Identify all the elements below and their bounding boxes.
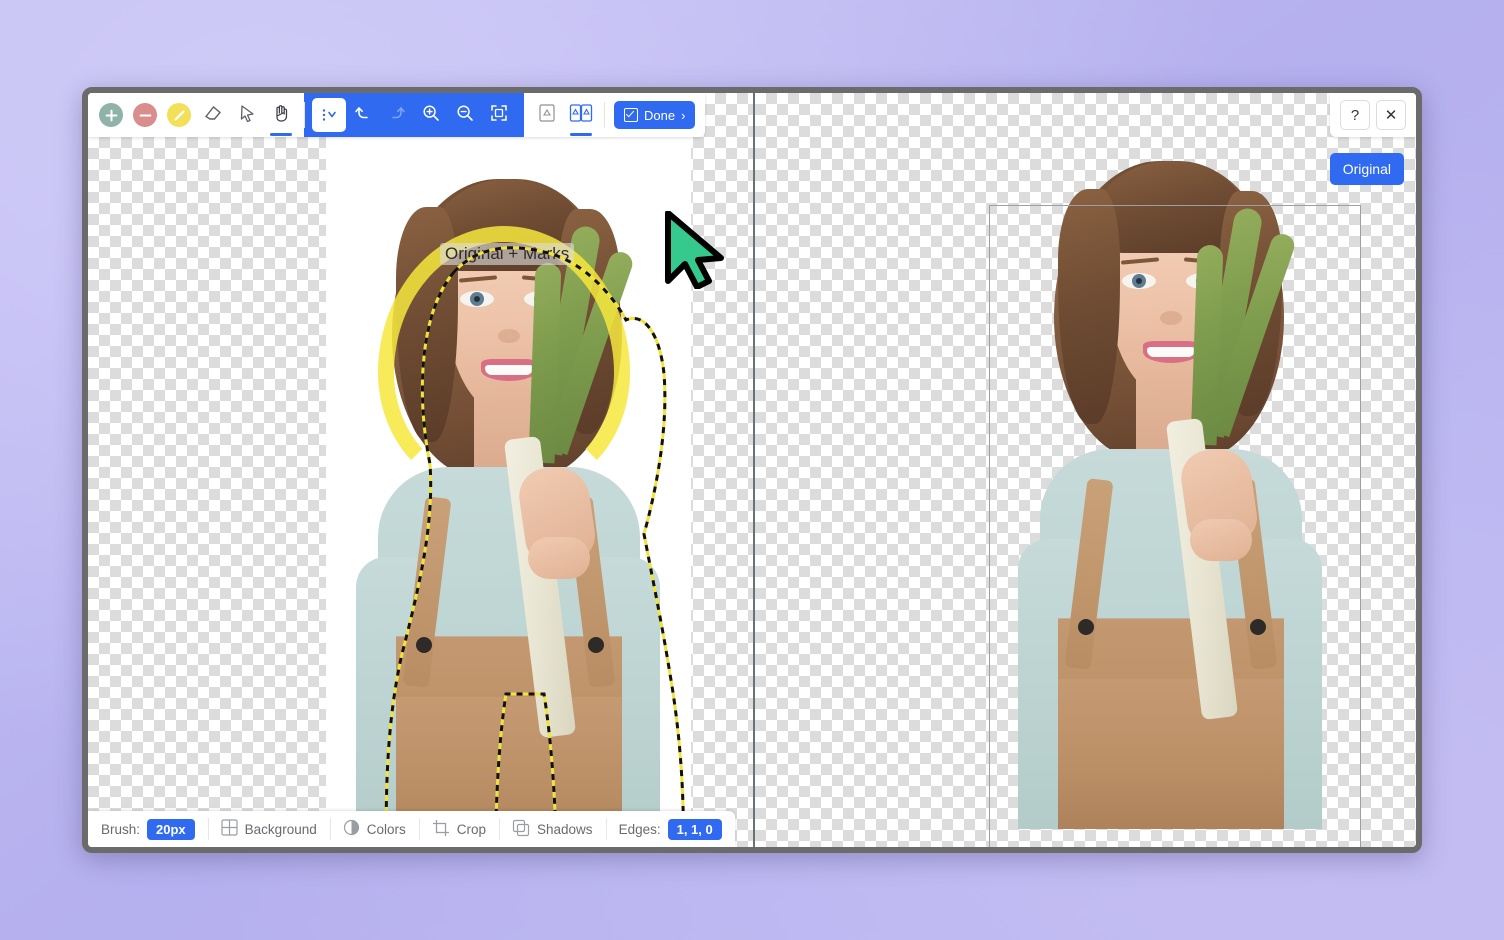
done-button[interactable]: Done › (614, 101, 696, 129)
split-pane-icon (568, 102, 594, 129)
bottom-toolbar: Brush: 20px Background Colors Crop Shado… (88, 811, 735, 847)
edges-value: 1, 1, 0 (667, 818, 722, 840)
single-pane-icon (535, 102, 559, 129)
eraser-tool[interactable] (196, 98, 230, 132)
panel-original-marks[interactable]: Original + Marks 5e9ad54d59ba87bd44f16-c… (88, 93, 753, 847)
brush-size-label: Brush: (101, 821, 141, 837)
panel-preview[interactable]: Preview 1035 x 2000px (1:1.932) (755, 93, 1416, 847)
fit-screen-button[interactable] (482, 98, 516, 132)
pan-tool[interactable] (264, 98, 298, 136)
background-control[interactable]: Background (207, 811, 330, 847)
minus-circle-icon (133, 103, 157, 127)
panel-divider-handle[interactable] (753, 93, 755, 847)
redo-arrow-icon (387, 103, 407, 128)
grid-icon (221, 819, 238, 839)
colors-control[interactable]: Colors (329, 811, 419, 847)
select-tool[interactable] (230, 98, 264, 132)
close-button[interactable]: ✕ (1376, 100, 1406, 130)
app-window: Original + Marks 5e9ad54d59ba87bd44f16-c… (82, 87, 1422, 853)
layers-icon (512, 819, 530, 840)
hand-icon (271, 103, 291, 128)
window-controls: ? ✕ (1330, 93, 1416, 137)
zoom-out-icon (455, 103, 475, 128)
done-button-label: Done (644, 107, 676, 123)
edges-control[interactable]: Edges: 1, 1, 0 (605, 811, 735, 847)
single-view-button[interactable] (530, 98, 564, 132)
zoom-in-icon (421, 103, 441, 128)
shadows-control[interactable]: Shadows (499, 811, 606, 847)
brush-size-control[interactable]: Brush: 20px (88, 811, 208, 847)
view-mode-group (524, 93, 604, 137)
brush-size-value: 20px (147, 818, 195, 840)
chevron-right-icon: › (681, 107, 686, 123)
panel-label-original: Original + Marks (440, 243, 575, 265)
contrast-icon (343, 819, 360, 839)
crop-icon (432, 819, 450, 840)
eraser-icon (202, 102, 224, 129)
crop-control[interactable]: Crop (418, 811, 499, 847)
close-x-icon: ✕ (1384, 107, 1398, 124)
action-group: Done › (604, 93, 705, 137)
background-label: Background (244, 821, 317, 837)
show-original-label: Original (1342, 161, 1391, 177)
question-mark-icon: ? (1350, 106, 1360, 124)
brush-tools-group (88, 93, 304, 137)
undo-button[interactable] (346, 98, 380, 132)
crop-label: Crop (456, 821, 487, 837)
redo-button[interactable] (380, 98, 414, 132)
canvas-area[interactable]: Original + Marks 5e9ad54d59ba87bd44f16-c… (88, 93, 1416, 847)
undo-arrow-icon (353, 103, 373, 128)
help-button[interactable]: ? (1340, 100, 1370, 130)
history-zoom-group (304, 93, 524, 137)
show-original-button[interactable]: Original (1329, 153, 1404, 185)
plus-circle-icon (99, 103, 123, 127)
zoom-out-button[interactable] (448, 98, 482, 132)
cursor-arrow-icon (237, 103, 257, 128)
shadows-label: Shadows (537, 821, 593, 837)
colors-label: Colors (366, 821, 406, 837)
fit-to-screen-icon (489, 103, 509, 128)
checkbox-icon (624, 108, 638, 122)
add-mark-tool[interactable] (94, 98, 128, 132)
top-toolbar: Done › (88, 93, 706, 137)
split-view-button[interactable] (564, 98, 598, 136)
pencil-tool[interactable] (162, 98, 196, 132)
options-menu[interactable] (312, 98, 346, 132)
preview-image (988, 119, 1360, 829)
remove-mark-tool[interactable] (128, 98, 162, 132)
edges-label: Edges: (618, 821, 661, 837)
pencil-circle-icon (167, 103, 191, 127)
zoom-in-button[interactable] (414, 98, 448, 132)
